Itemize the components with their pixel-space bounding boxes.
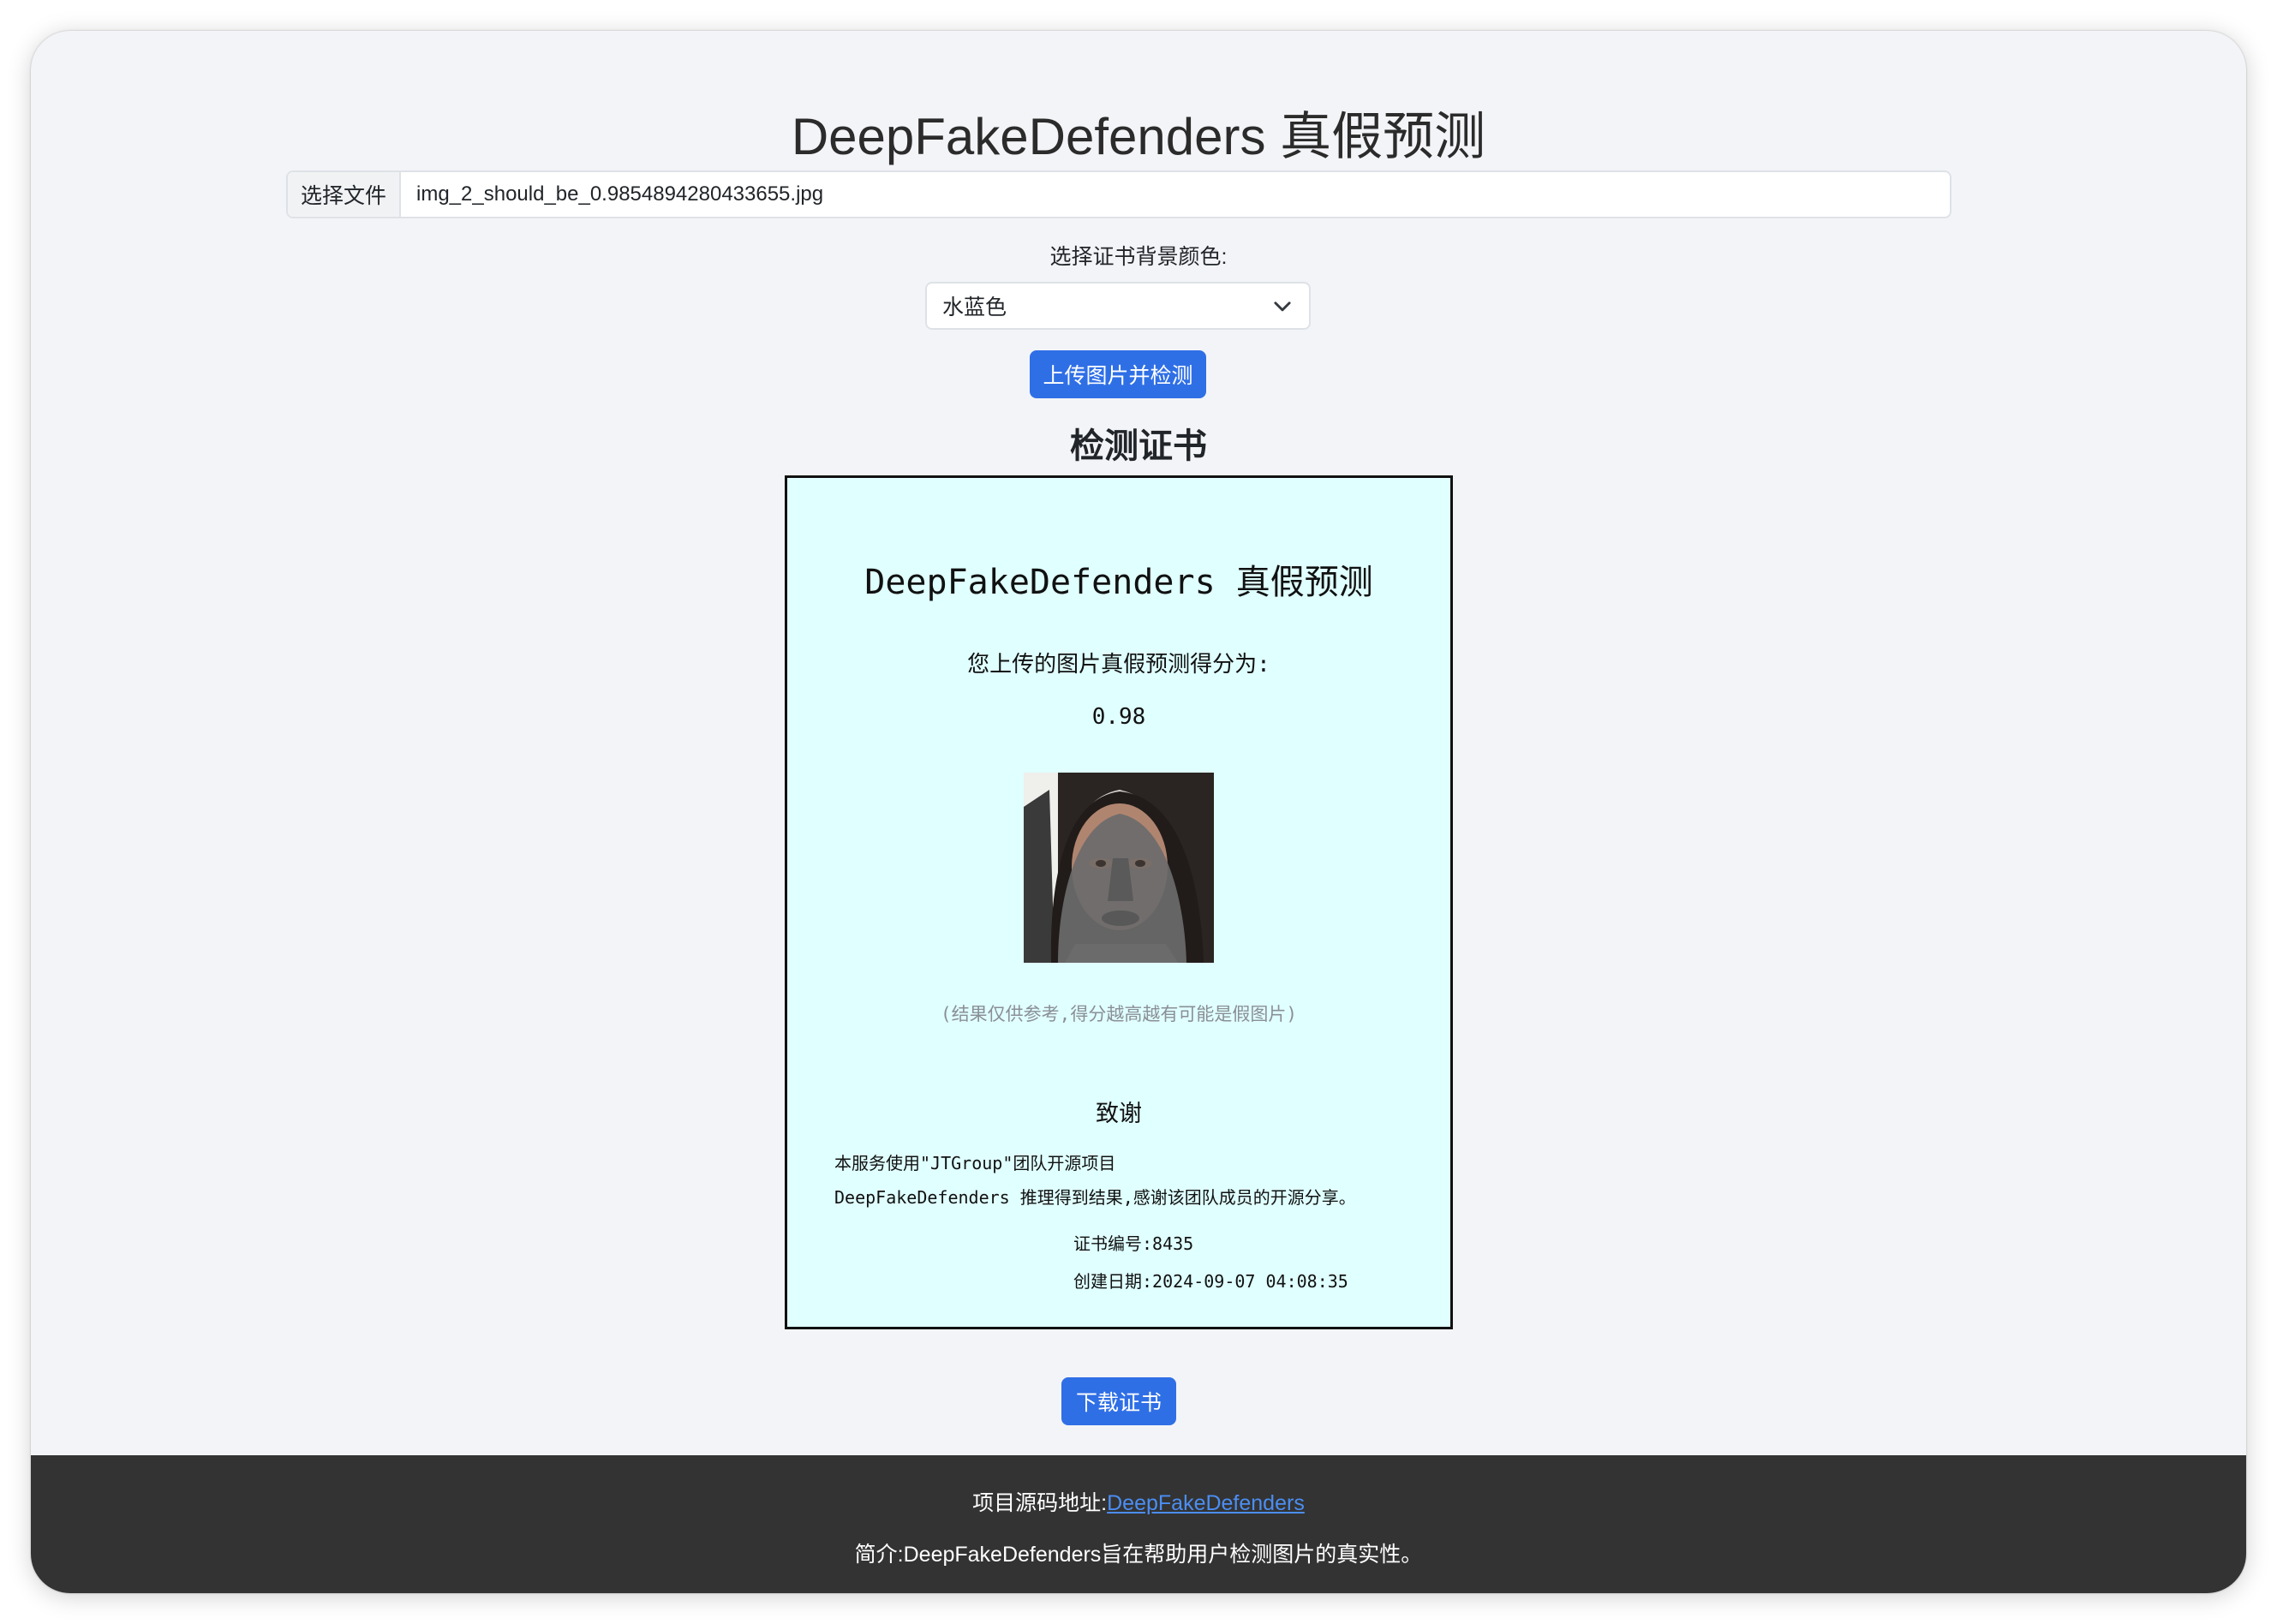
uploaded-face-image	[1024, 773, 1214, 963]
certificate-score: 0.98	[1091, 704, 1146, 730]
certificate-date: 创建日期:2024-09-07 04:08:35	[1073, 1271, 1348, 1292]
acknowledgement-line-2: DeepFakeDefenders 推理得到结果,感谢该团队成员的开源分享。	[834, 1187, 1356, 1208]
source-repo-link[interactable]: DeepFakeDefenders	[1107, 1491, 1305, 1515]
certificate-note: (结果仅供参考,得分越高越有可能是假图片)	[941, 1004, 1297, 1024]
choose-file-button[interactable]: 选择文件	[288, 172, 401, 217]
background-color-selected: 水蓝色	[942, 296, 1007, 319]
certificate-serial: 证书编号:8435	[1073, 1233, 1194, 1254]
certificate-heading: 检测证书	[1070, 427, 1207, 465]
color-select-label: 选择证书背景颜色:	[1049, 245, 1228, 269]
certificate-card: DeepFakeDefenders 真假预测 您上传的图片真假预测得分为: 0.…	[785, 475, 1453, 1329]
download-certificate-button[interactable]: 下载证书	[1061, 1377, 1176, 1425]
certificate-meta: 证书编号:8435 创建日期:2024-09-07 04:08:35	[1073, 1225, 1348, 1300]
footer-source: 项目源码地址:DeepFakeDefenders	[31, 1486, 2246, 1517]
footer-source-label: 项目源码地址:	[972, 1491, 1108, 1515]
acknowledgement-text: 本服务使用"JTGroup"团队开源项目 DeepFakeDefenders 推…	[834, 1146, 1425, 1215]
selected-file-name: img_2_should_be_0.9854894280433655.jpg	[416, 182, 824, 206]
acknowledgement-title: 致谢	[1096, 1101, 1142, 1127]
upload-detect-button[interactable]: 上传图片并检测	[1030, 350, 1206, 398]
file-input[interactable]: 选择文件 img_2_should_be_0.9854894280433655.…	[286, 170, 1951, 218]
background-color-select[interactable]: 水蓝色	[925, 282, 1311, 330]
chevron-down-icon	[1274, 302, 1291, 312]
acknowledgement-line-1: 本服务使用"JTGroup"团队开源项目	[834, 1153, 1116, 1173]
main-content: DeepFakeDefenders 真假预测 选择文件 img_2_should…	[31, 31, 2246, 1455]
certificate-subtitle: 您上传的图片真假预测得分为:	[967, 652, 1270, 678]
footer: 项目源码地址:DeepFakeDefenders 简介:DeepFakeDefe…	[31, 1455, 2246, 1593]
certificate-title: DeepFakeDefenders 真假预测	[864, 563, 1373, 602]
footer-intro: 简介:DeepFakeDefenders旨在帮助用户检测图片的真实性。	[854, 1543, 1423, 1567]
browser-window: DeepFakeDefenders 真假预测 选择文件 img_2_should…	[31, 31, 2246, 1593]
page-title: DeepFakeDefenders 真假预测	[791, 108, 1486, 165]
